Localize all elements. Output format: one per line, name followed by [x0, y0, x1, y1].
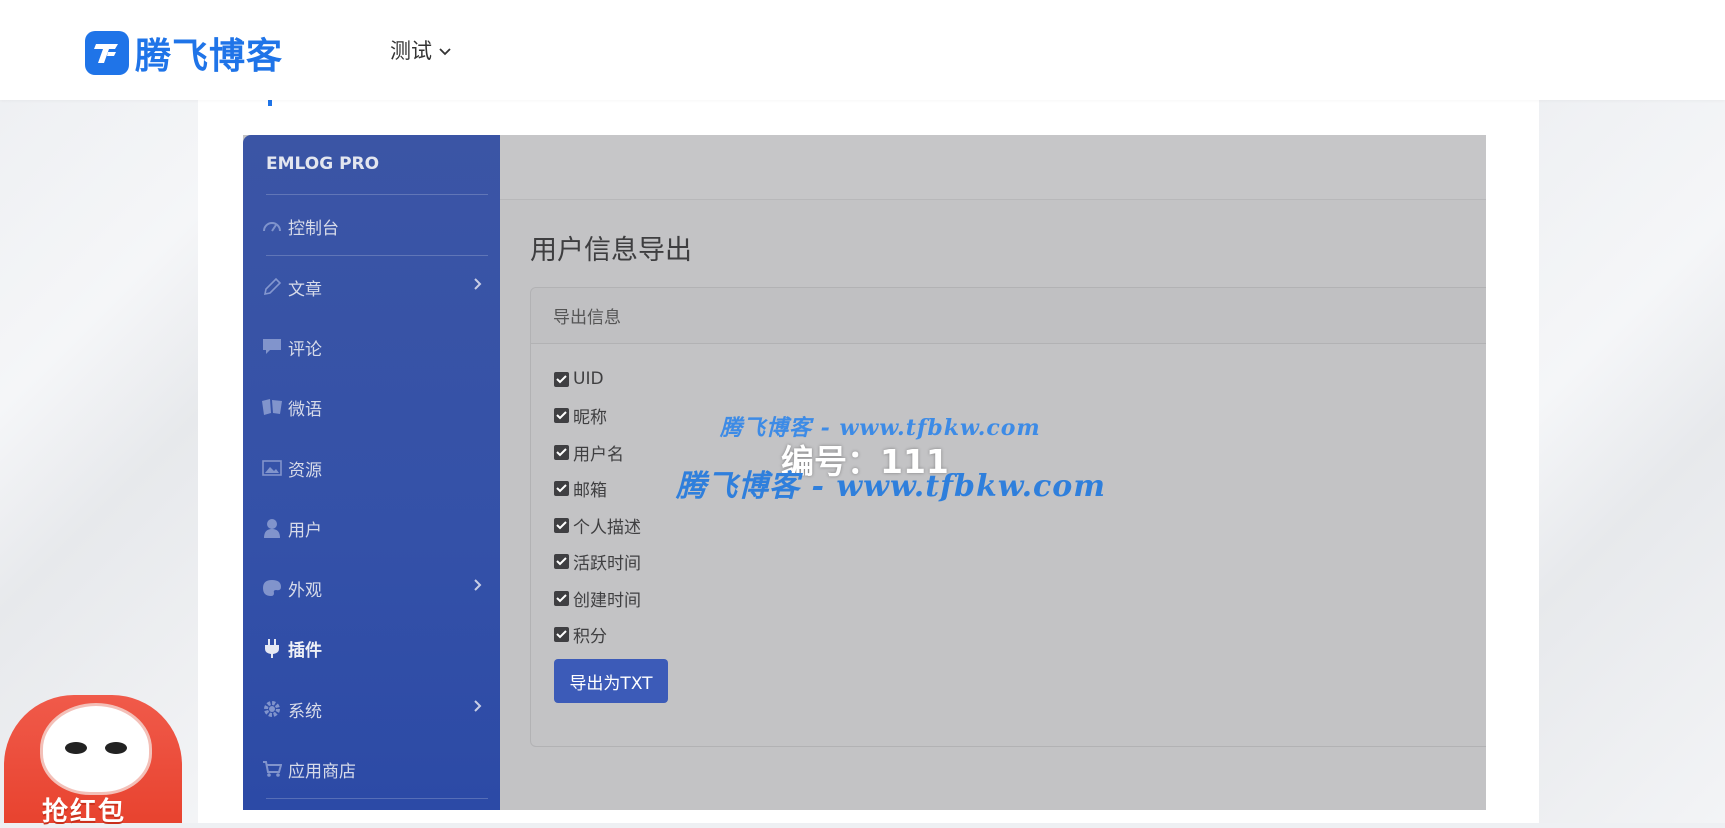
field-checkbox-active-time[interactable]: 活跃时间	[554, 550, 641, 574]
sidebar-item-app-store[interactable]: 应用商店	[261, 756, 483, 782]
plug-icon	[261, 637, 283, 659]
admin-brand: EMLOG PRO	[266, 154, 380, 174]
checkbox-label: 邮箱	[573, 480, 607, 501]
red-packet-promo[interactable]: 抢红包	[4, 695, 182, 827]
article-content: EMLOG PRO 控制台 文章 评论 微语 资源 用户 外观 插件 系统 应用…	[198, 96, 1539, 823]
promo-label: 抢红包	[42, 797, 127, 827]
sidebar-item-label: 插件	[288, 640, 322, 661]
sidebar-item-label: 评论	[288, 339, 322, 360]
sidebar-item-label: 应用商店	[288, 761, 356, 782]
checkbox-checked-icon[interactable]	[554, 590, 569, 606]
dashboard-icon	[261, 215, 283, 237]
chevron-down-icon	[438, 38, 452, 62]
admin-topbar	[500, 135, 1494, 200]
sidebar-item-label: 外观	[288, 580, 322, 601]
sidebar-divider	[266, 194, 488, 195]
sidebar-item-users[interactable]: 用户	[261, 515, 483, 541]
field-checkbox-username[interactable]: 用户名	[554, 441, 624, 465]
page-title: 用户信息导出	[530, 235, 692, 266]
checkbox-label: 积分	[573, 626, 607, 647]
checkbox-checked-icon[interactable]	[554, 553, 569, 569]
sidebar-item-label: 用户	[288, 520, 322, 541]
watermark-text-large: 腾飞博客 - www.tfbkw.com	[676, 469, 1107, 504]
comment-icon	[261, 336, 283, 358]
sidebar-item-resources[interactable]: 资源	[261, 455, 483, 481]
panel-header: 导出信息	[531, 288, 1494, 344]
note-icon	[261, 396, 283, 418]
checkbox-label: 昵称	[573, 407, 607, 428]
checkbox-label: 活跃时间	[573, 553, 641, 574]
field-checkbox-nickname[interactable]: 昵称	[554, 404, 607, 428]
checkbox-checked-icon[interactable]	[554, 517, 569, 533]
nav-item-test[interactable]: 测试	[390, 35, 452, 65]
gear-icon	[261, 698, 283, 720]
field-checkbox-description[interactable]: 个人描述	[554, 514, 641, 538]
sidebar-item-plugins[interactable]: 插件	[261, 635, 483, 661]
pencil-icon	[261, 276, 283, 298]
admin-sidebar: EMLOG PRO 控制台 文章 评论 微语 资源 用户 外观 插件 系统 应用…	[243, 135, 500, 810]
sidebar-divider	[266, 255, 488, 256]
sidebar-item-label: 微语	[288, 399, 322, 420]
field-checkbox-created-time[interactable]: 创建时间	[554, 587, 641, 611]
background-right	[1539, 0, 1725, 823]
sidebar-item-dashboard[interactable]: 控制台	[261, 213, 483, 239]
image-icon	[261, 457, 283, 479]
top-navbar: 腾飞博客 测试	[0, 0, 1725, 100]
sidebar-item-system[interactable]: 系统	[261, 696, 483, 722]
sidebar-item-notes[interactable]: 微语	[261, 394, 483, 420]
checkbox-label: UID	[573, 369, 604, 389]
checkbox-checked-icon[interactable]	[554, 480, 569, 496]
checkbox-label: 用户名	[573, 444, 624, 465]
checkbox-checked-icon[interactable]	[554, 626, 569, 642]
sidebar-item-comments[interactable]: 评论	[261, 334, 483, 360]
sidebar-item-appearance[interactable]: 外观	[261, 575, 483, 601]
mascot-icon	[40, 703, 152, 795]
sidebar-item-label: 资源	[288, 460, 322, 481]
palette-icon	[261, 577, 283, 599]
field-checkbox-uid[interactable]: UID	[554, 368, 604, 390]
checkbox-checked-icon[interactable]	[554, 444, 569, 460]
cart-icon	[261, 758, 283, 780]
sidebar-item-label: 系统	[288, 701, 322, 722]
sidebar-item-articles[interactable]: 文章	[261, 274, 483, 300]
mascot-eye	[105, 742, 127, 754]
logo-mark-icon	[85, 31, 129, 75]
nav-item-label: 测试	[390, 39, 432, 63]
checkbox-checked-icon[interactable]	[554, 407, 569, 423]
sidebar-divider	[266, 798, 488, 799]
export-txt-button[interactable]: 导出为TXT	[554, 659, 668, 703]
chevron-right-icon	[473, 698, 483, 718]
site-logo[interactable]: 腾飞博客	[85, 27, 283, 79]
logo-text: 腾飞博客	[135, 36, 284, 77]
article-screenshot: EMLOG PRO 控制台 文章 评论 微语 资源 用户 外观 插件 系统 应用…	[243, 135, 1494, 810]
export-panel: 导出信息 UID 昵称 用户名 邮箱 个人描述 活跃时间 创建时间 积分 导出为…	[530, 287, 1494, 747]
chevron-right-icon	[473, 276, 483, 296]
screenshot-edge	[1486, 135, 1494, 810]
chevron-right-icon	[473, 577, 483, 597]
field-checkbox-email[interactable]: 邮箱	[554, 477, 607, 501]
checkbox-label: 个人描述	[573, 517, 641, 538]
mascot-eye	[65, 742, 87, 754]
field-checkbox-points[interactable]: 积分	[554, 623, 607, 647]
sidebar-item-label: 控制台	[288, 218, 339, 239]
checkbox-label: 创建时间	[573, 590, 641, 611]
user-icon	[261, 517, 283, 539]
checkbox-checked-icon[interactable]	[554, 371, 569, 387]
sidebar-item-label: 文章	[288, 279, 322, 300]
